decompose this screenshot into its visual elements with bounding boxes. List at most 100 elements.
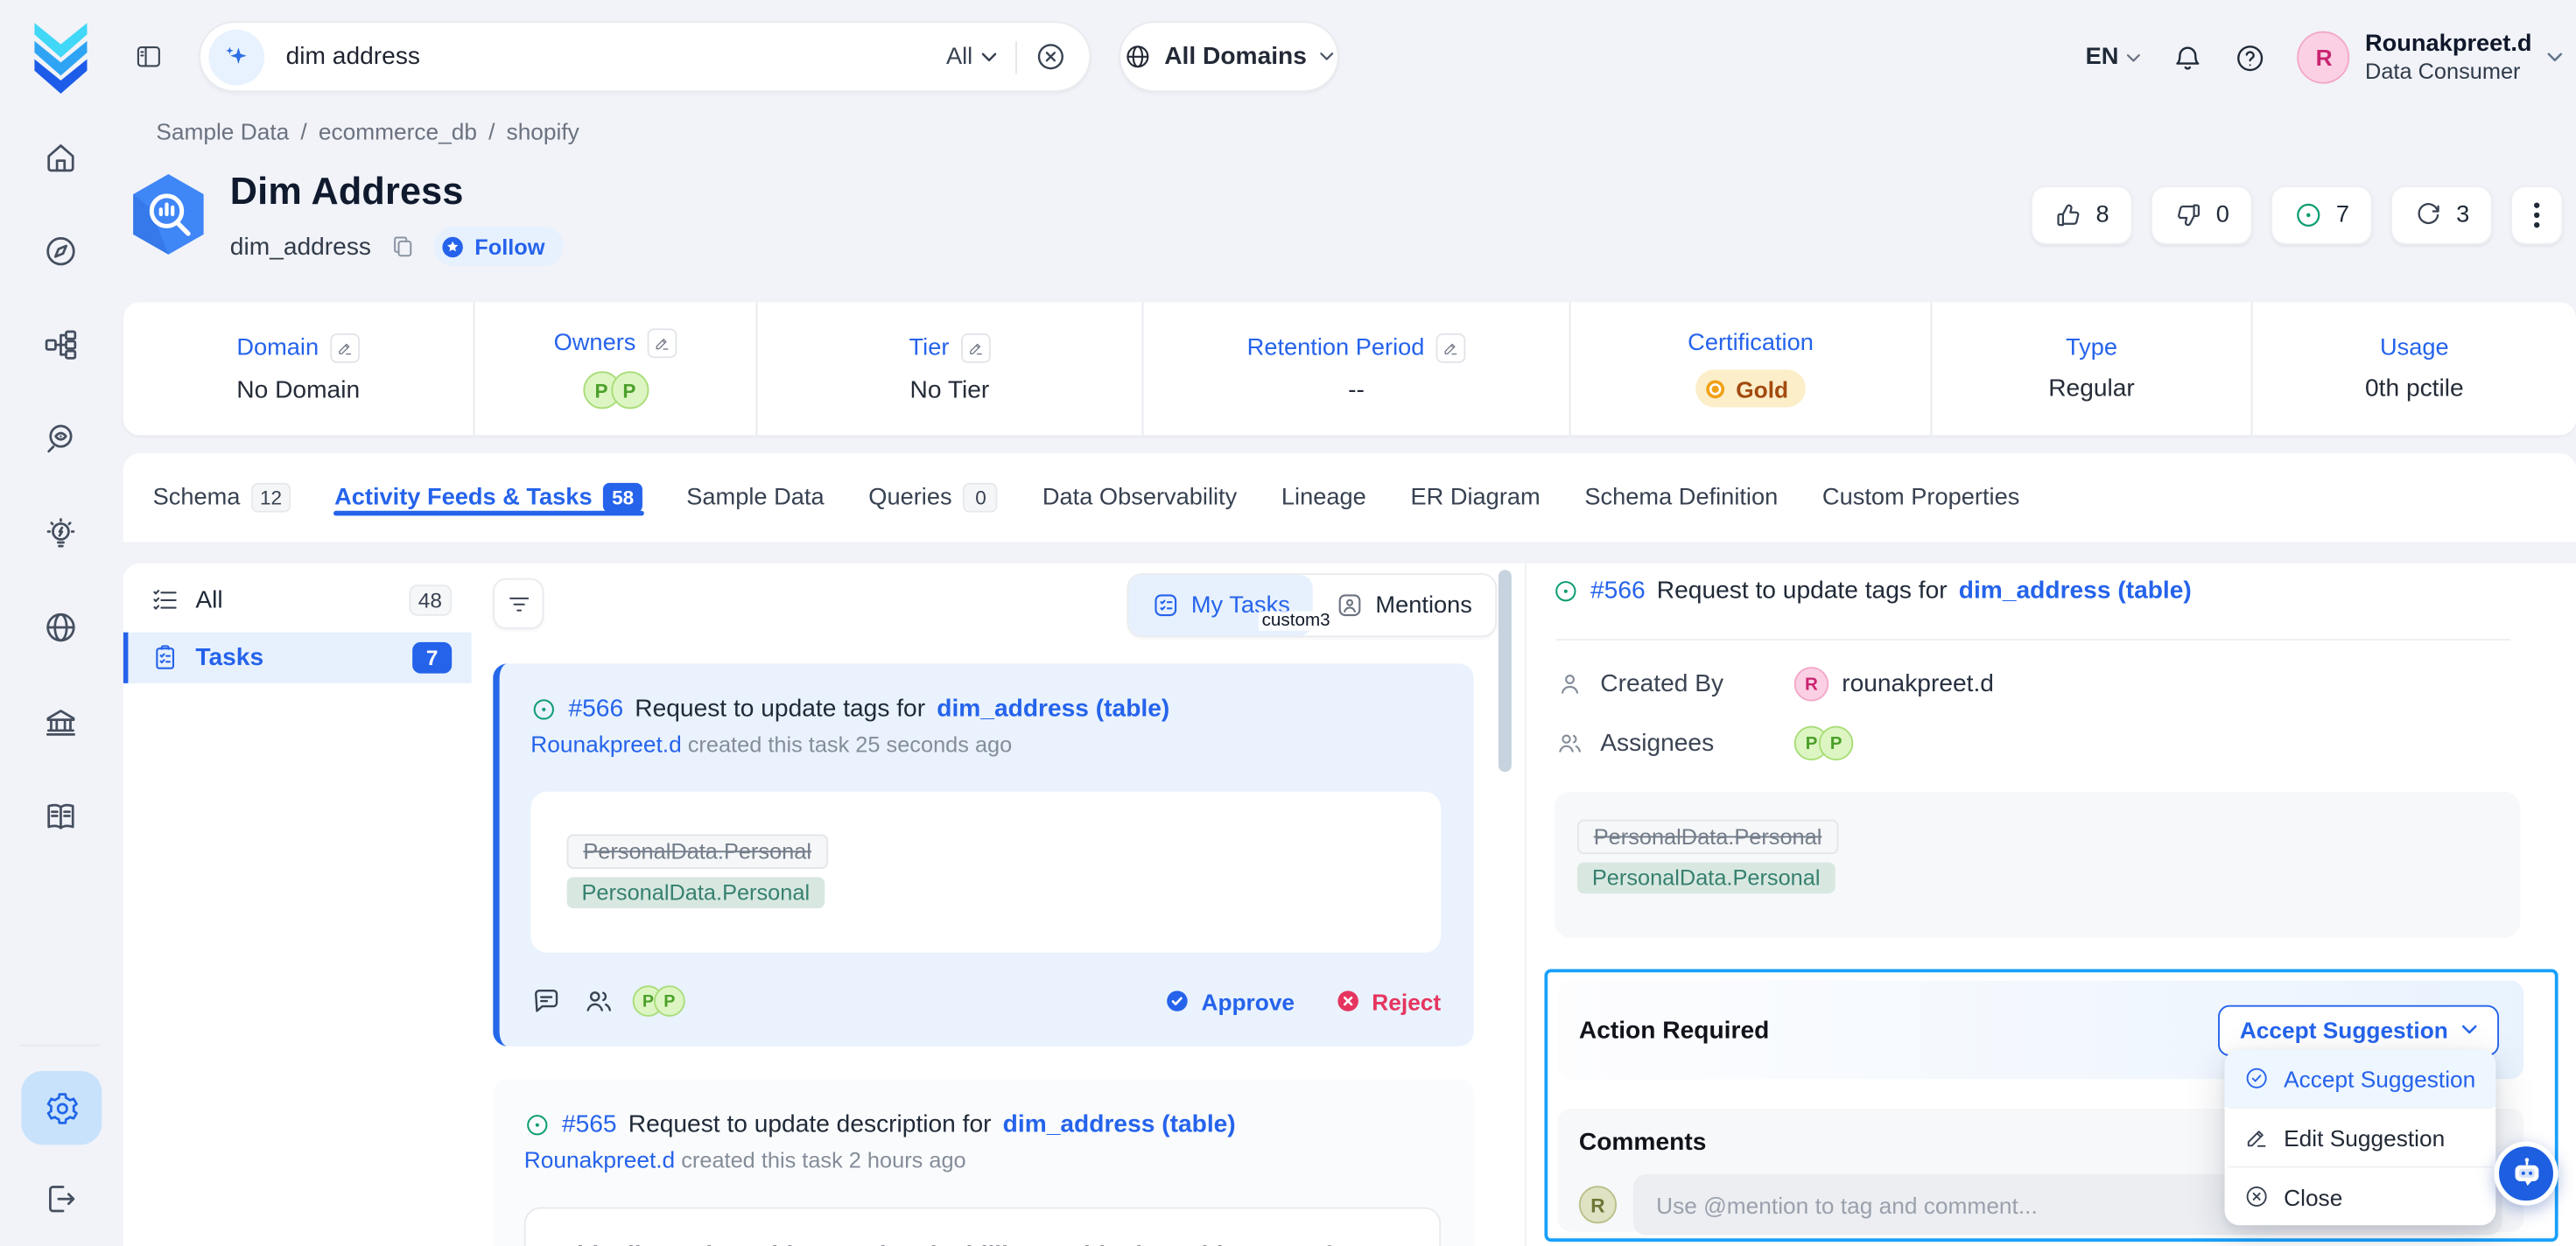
menu-item-accept-suggestion[interactable]: Accept Suggestion: [2225, 1049, 2496, 1107]
language-selector[interactable]: EN: [2086, 45, 2142, 71]
activity-content: All 48 Tasks 7 My Tasks Mentions custom3: [123, 564, 2576, 1246]
downvote-button[interactable]: 0: [2151, 186, 2253, 245]
clear-search-icon[interactable]: [1035, 41, 1067, 73]
edit-retention-button[interactable]: [1436, 333, 1466, 363]
governance-bank-icon[interactable]: [43, 704, 79, 740]
filter-button[interactable]: [493, 578, 544, 629]
open-task-status-icon: [530, 696, 557, 722]
comment-icon[interactable]: [530, 985, 562, 1017]
observability-icon[interactable]: [43, 421, 79, 457]
page-title: Dim Address: [230, 169, 464, 214]
tag-change-panel: PersonalData.Personal PersonalData.Perso…: [1555, 792, 2521, 938]
toggle-mentions[interactable]: Mentions: [1313, 575, 1495, 635]
pencil-icon: [337, 340, 354, 357]
creator-name[interactable]: rounakpreet.d: [1842, 670, 1994, 698]
tab-er-diagram[interactable]: ER Diagram: [1410, 453, 1540, 542]
search-scope-dropdown[interactable]: All: [946, 44, 997, 70]
tab-lineage[interactable]: Lineage: [1281, 453, 1366, 542]
globe-icon[interactable]: [43, 609, 79, 645]
qualified-name: dim_address: [230, 233, 371, 261]
task-detail-header: #566 Request to update tags for dim_addr…: [1553, 577, 2192, 605]
breadcrumb-item[interactable]: shopify: [507, 118, 579, 144]
tab-sample-data[interactable]: Sample Data: [686, 453, 824, 542]
user-menu[interactable]: R Rounakpreet.d Data Consumer: [2298, 29, 2563, 87]
people-icon: [1556, 729, 1584, 757]
task-id-link[interactable]: #566: [1590, 577, 1646, 605]
search-input[interactable]: [286, 43, 946, 71]
asset-link[interactable]: dim_address (table): [1959, 577, 2192, 605]
assignee-avatar[interactable]: P: [1819, 726, 1853, 760]
robot-icon: [2508, 1156, 2544, 1192]
metadata-tier: Tier No Tier: [755, 302, 1141, 435]
more-actions-button[interactable]: [2510, 186, 2563, 245]
task-card-566[interactable]: #566 Request to update tags for dim_addr…: [493, 663, 1474, 1046]
edit-owners-button[interactable]: [648, 328, 677, 358]
user-name: Rounakpreet.d: [2365, 29, 2532, 59]
task-id-link[interactable]: #565: [562, 1110, 617, 1138]
chatbot-fab[interactable]: [2494, 1142, 2558, 1206]
approve-button[interactable]: Approve: [1165, 988, 1295, 1014]
task-author-link[interactable]: Rounakpreet.d: [530, 731, 681, 757]
removed-tag: PersonalData.Personal: [567, 835, 828, 869]
follow-button[interactable]: Follow: [433, 227, 563, 266]
check-circle-icon: [1165, 989, 1190, 1013]
accept-suggestion-dropdown-button[interactable]: Accept Suggestion: [2218, 1004, 2499, 1055]
breadcrumb-item[interactable]: ecommerce_db: [319, 118, 477, 144]
asset-link[interactable]: dim_address (table): [937, 695, 1169, 723]
compass-icon[interactable]: [43, 234, 79, 270]
tab-custom-properties[interactable]: Custom Properties: [1822, 453, 2019, 542]
mentions-person-icon: [1336, 592, 1364, 620]
removed-tag: PersonalData.Personal: [1577, 820, 1838, 854]
copy-icon[interactable]: [390, 234, 416, 260]
metadata-type: Type Regular: [1931, 302, 2251, 435]
assignees-icon[interactable]: [583, 985, 614, 1017]
edit-domain-button[interactable]: [330, 333, 360, 363]
global-search-bar[interactable]: All: [199, 21, 1091, 92]
task-author-link[interactable]: Rounakpreet.d: [524, 1146, 675, 1172]
globe-icon: [1123, 43, 1151, 71]
my-tasks-icon: [1152, 592, 1180, 620]
help-icon[interactable]: [2236, 42, 2267, 74]
description-preview: This dimension table contains the billin…: [524, 1208, 1441, 1246]
insights-bulb-icon[interactable]: [43, 515, 79, 551]
upvote-button[interactable]: 8: [2030, 186, 2132, 245]
logout-icon[interactable]: [43, 1181, 79, 1217]
home-icon[interactable]: [43, 140, 79, 176]
task-card-565[interactable]: #565 Request to update description for d…: [493, 1079, 1474, 1246]
task-filter-tasks[interactable]: Tasks 7: [123, 633, 472, 683]
reject-button[interactable]: Reject: [1336, 988, 1441, 1014]
feed-scrollbar-thumb[interactable]: [1499, 570, 1512, 772]
metadata-certification: Certification Gold: [1569, 302, 1931, 435]
tab-schema[interactable]: Schema12: [153, 453, 291, 542]
task-id-link[interactable]: #566: [568, 695, 623, 723]
asset-link[interactable]: dim_address (table): [1003, 1110, 1236, 1138]
task-filter-all[interactable]: All 48: [123, 575, 472, 624]
breadcrumb: Sample Data / ecommerce_db / shopify: [156, 118, 579, 144]
clipboard-tasks-icon: [151, 644, 179, 672]
menu-item-close[interactable]: Close: [2225, 1168, 2496, 1226]
notifications-bell-icon[interactable]: [2172, 42, 2204, 74]
tab-schema-definition[interactable]: Schema Definition: [1584, 453, 1778, 542]
chevron-down-icon: [2546, 51, 2563, 64]
tab-data-observability[interactable]: Data Observability: [1042, 453, 1237, 542]
sync-history-button[interactable]: 3: [2390, 186, 2493, 245]
pencil-icon: [2244, 1125, 2269, 1150]
chevron-down-icon: [2461, 1023, 2478, 1036]
left-nav-rail: [0, 0, 123, 1246]
ai-sparkle-icon: [208, 29, 264, 85]
sidebar-toggle-icon[interactable]: [135, 43, 163, 71]
tab-activity-feeds-tasks[interactable]: Activity Feeds & Tasks58: [334, 453, 642, 542]
open-tasks-button[interactable]: 7: [2271, 186, 2373, 245]
all-domains-button[interactable]: All Domains: [1119, 21, 1339, 92]
atlan-logo[interactable]: [30, 21, 92, 94]
docs-book-icon[interactable]: [43, 798, 79, 834]
tab-queries[interactable]: Queries0: [868, 453, 998, 542]
owner-avatar[interactable]: P: [610, 371, 648, 409]
breadcrumb-item[interactable]: Sample Data: [156, 118, 289, 144]
edit-tier-button[interactable]: [961, 333, 991, 363]
settings-button[interactable]: [21, 1071, 102, 1144]
workflow-icon[interactable]: [43, 327, 79, 363]
certification-badge: Gold: [1695, 369, 1806, 407]
refresh-icon: [2413, 200, 2443, 230]
menu-item-edit-suggestion[interactable]: Edit Suggestion: [2225, 1109, 2496, 1166]
